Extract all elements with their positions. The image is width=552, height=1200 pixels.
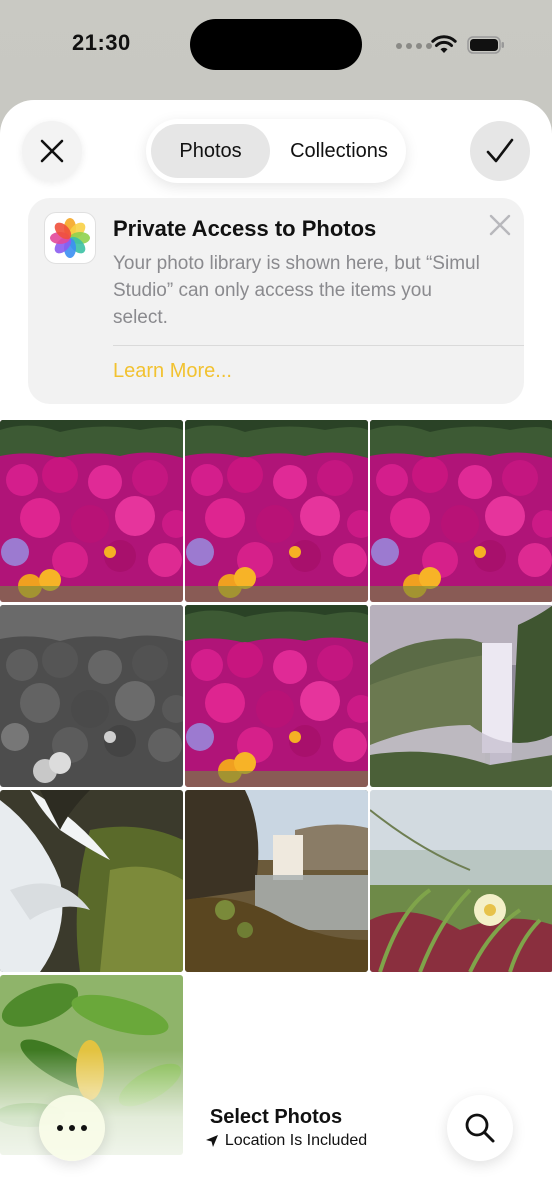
photos-app-icon	[44, 212, 96, 264]
close-button[interactable]	[22, 121, 82, 181]
photo-thumbnail[interactable]	[0, 605, 183, 787]
search-button[interactable]	[447, 1095, 513, 1161]
photo-thumbnail[interactable]	[0, 420, 183, 602]
more-button[interactable]	[39, 1095, 105, 1161]
battery-icon	[467, 36, 504, 54]
photo-thumbnail[interactable]	[370, 605, 552, 787]
select-photos-title: Select Photos	[209, 1106, 343, 1128]
private-access-banner: Private Access to Photos Your photo libr…	[28, 198, 524, 404]
location-status[interactable]: Location Is Included	[160, 1132, 412, 1150]
status-bar: 21:30	[0, 0, 552, 96]
photo-thumbnail[interactable]	[370, 420, 552, 602]
wifi-icon	[431, 35, 457, 53]
banner-title: Private Access to Photos	[113, 216, 377, 241]
divider	[113, 345, 524, 346]
dynamic-island	[190, 19, 362, 70]
search-icon	[465, 1113, 495, 1143]
cellular-signal-icon	[396, 43, 432, 49]
location-arrow-icon	[205, 1135, 218, 1147]
close-icon	[40, 139, 64, 163]
tab-photos[interactable]: Photos	[151, 124, 270, 178]
ellipsis-icon	[57, 1125, 87, 1131]
banner-body: Your photo library is shown here, but “S…	[113, 253, 480, 328]
location-label: Location Is Included	[224, 1132, 368, 1149]
checkmark-icon	[486, 138, 514, 163]
segmented-control: Photos Collections	[146, 119, 406, 183]
learn-more-link[interactable]: Learn More...	[113, 360, 232, 383]
photo-thumbnail[interactable]	[0, 790, 183, 972]
done-button[interactable]	[470, 121, 530, 181]
photo-thumbnail[interactable]	[185, 790, 368, 972]
photo-thumbnail[interactable]	[185, 420, 368, 602]
photo-picker-sheet: Photos Collections Private Access to Pho…	[0, 100, 552, 1200]
dismiss-banner-icon[interactable]	[487, 212, 513, 238]
status-time: 21:30	[72, 30, 131, 55]
photo-thumbnail[interactable]	[370, 790, 552, 972]
tab-collections[interactable]: Collections	[274, 124, 404, 178]
photo-thumbnail[interactable]	[185, 605, 368, 787]
